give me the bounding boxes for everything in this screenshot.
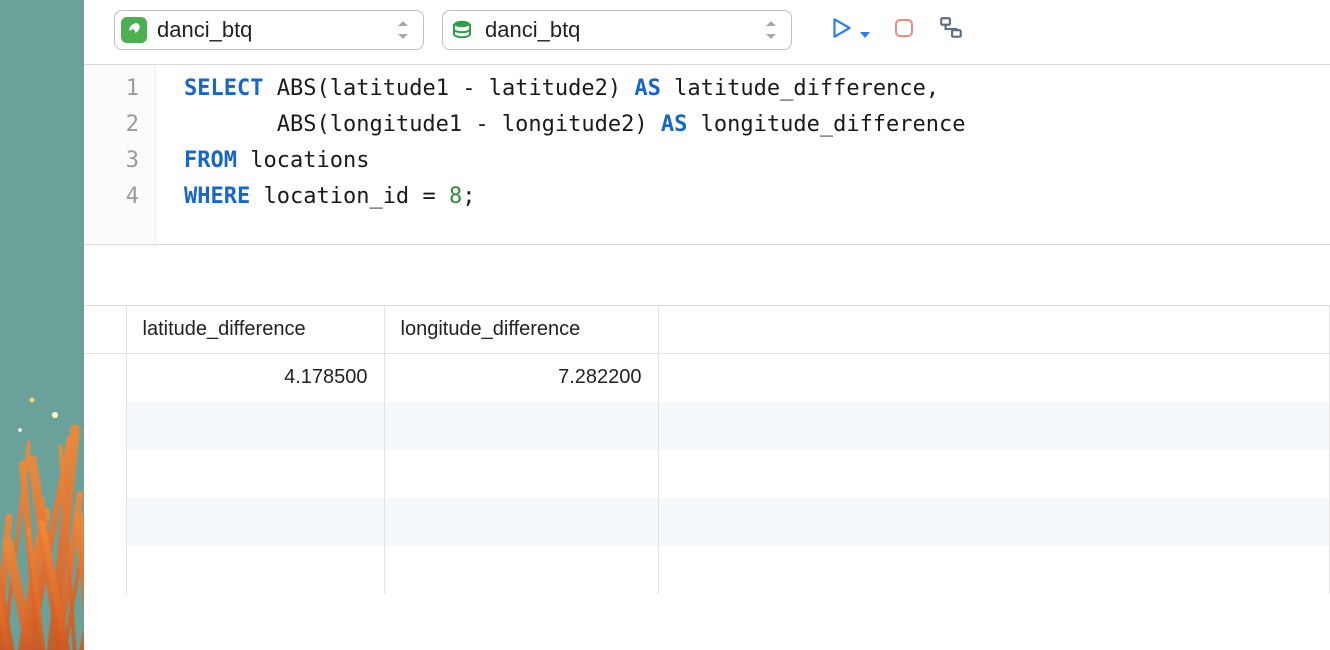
connection-selector-label: danci_btq bbox=[157, 17, 252, 43]
toolbar: danci_btq danci_btq bbox=[84, 0, 1330, 65]
table-row[interactable]: 4.1785007.282200 bbox=[84, 354, 1330, 402]
schema-selector-label: danci_btq bbox=[485, 17, 580, 43]
results-table[interactable]: latitude_difference longitude_difference… bbox=[84, 305, 1330, 594]
sql-editor[interactable]: 1234 SELECT ABS(latitude1 - latitude2) A… bbox=[84, 65, 1330, 245]
line-number: 3 bbox=[84, 143, 139, 179]
column-header-empty bbox=[658, 306, 1330, 354]
line-number: 2 bbox=[84, 107, 139, 143]
column-header[interactable]: longitude_difference bbox=[384, 306, 658, 354]
cell-empty bbox=[658, 354, 1330, 402]
chevron-updown-icon bbox=[763, 18, 781, 42]
code-line[interactable]: WHERE location_id = 8; bbox=[184, 179, 1330, 215]
code-line[interactable]: ABS(longitude1 - longitude2) AS longitud… bbox=[184, 107, 1330, 143]
results-panel: latitude_difference longitude_difference… bbox=[84, 305, 1330, 650]
table-row-empty bbox=[84, 402, 1330, 450]
caret-down-icon bbox=[860, 32, 870, 38]
table-row-empty bbox=[84, 450, 1330, 498]
cell[interactable]: 7.282200 bbox=[384, 354, 658, 402]
table-row-empty bbox=[84, 498, 1330, 546]
structure-icon bbox=[938, 15, 964, 46]
stop-query-button[interactable] bbox=[892, 16, 916, 45]
table-row-empty bbox=[84, 546, 1330, 594]
schema-selector[interactable]: danci_btq bbox=[442, 10, 792, 50]
row-number-header[interactable] bbox=[84, 306, 126, 354]
connection-selector[interactable]: danci_btq bbox=[114, 10, 424, 50]
cell[interactable]: 4.178500 bbox=[126, 354, 384, 402]
play-icon bbox=[828, 15, 854, 46]
code-area[interactable]: SELECT ABS(latitude1 - latitude2) AS lat… bbox=[156, 65, 1330, 244]
mysql-leaf-icon bbox=[121, 17, 147, 43]
chevron-updown-icon bbox=[395, 18, 413, 42]
line-number-gutter: 1234 bbox=[84, 65, 156, 244]
database-icon bbox=[449, 17, 475, 43]
line-number: 1 bbox=[84, 71, 139, 107]
column-header[interactable]: latitude_difference bbox=[126, 306, 384, 354]
row-number-cell[interactable] bbox=[84, 354, 126, 402]
line-number: 4 bbox=[84, 179, 139, 215]
structure-button[interactable] bbox=[938, 15, 964, 46]
code-line[interactable]: SELECT ABS(latitude1 - latitude2) AS lat… bbox=[184, 71, 1330, 107]
desktop-wallpaper-sliver bbox=[0, 0, 84, 650]
stop-icon bbox=[892, 16, 916, 45]
sql-editor-app: danci_btq danci_btq bbox=[84, 0, 1330, 650]
run-query-button[interactable] bbox=[828, 15, 870, 46]
editor-results-gap bbox=[84, 245, 1330, 305]
results-header-row: latitude_difference longitude_difference bbox=[84, 306, 1330, 354]
code-line[interactable]: FROM locations bbox=[184, 143, 1330, 179]
